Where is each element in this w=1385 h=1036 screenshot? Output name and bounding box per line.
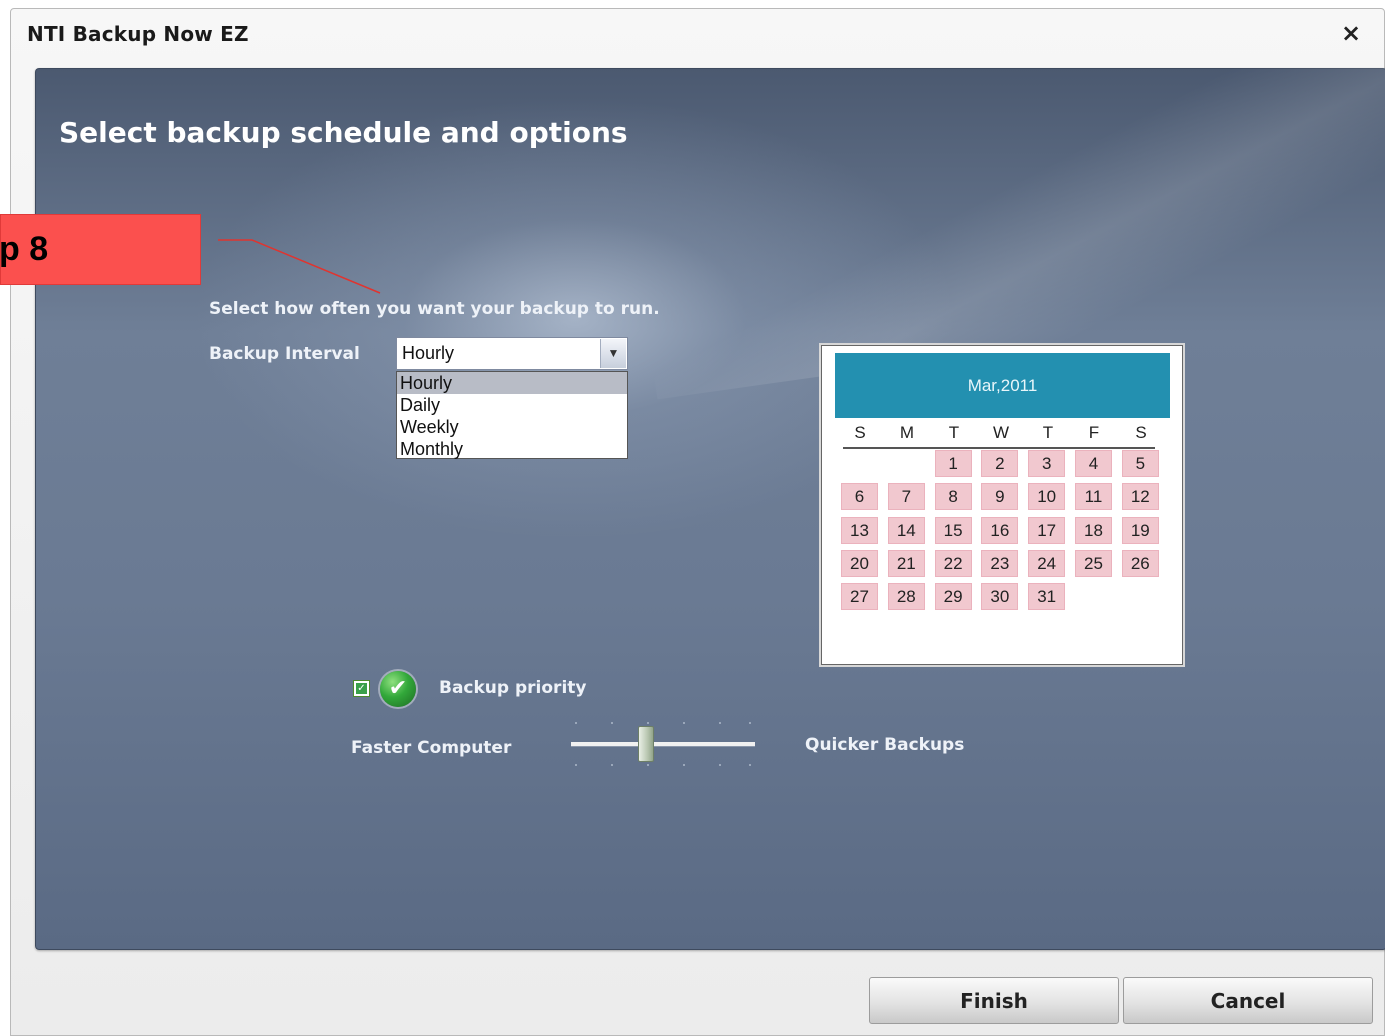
calendar-day[interactable]: 10 [1028,483,1066,511]
calendar-day[interactable]: 5 [1121,450,1159,477]
calendar-day[interactable]: 28 [887,583,925,611]
interval-option-monthly[interactable]: Monthly [397,438,627,460]
window-title: NTI Backup Now EZ [27,22,249,46]
calendar-day[interactable]: 26 [1121,549,1159,577]
interval-prompt: Select how often you want your backup to… [209,299,660,319]
calendar-day[interactable]: 30 [981,583,1019,611]
calendar-day[interactable]: 9 [981,483,1019,511]
checkbox-check-icon: ✓ [356,683,367,694]
calendar-weekday: T [1042,423,1054,442]
backup-priority-checkbox[interactable]: ✓ [353,680,370,697]
slider-tick [719,722,721,724]
slider-tick [611,722,613,724]
slider-tick [749,764,751,766]
slider-tick [683,722,685,724]
calendar-day[interactable]: 15 [934,516,972,544]
slider-tick [647,722,649,724]
calendar-weekday: S [854,423,866,442]
backup-wizard-window: NTI Backup Now EZ × Select backup schedu… [10,8,1385,1036]
calendar-day[interactable]: 24 [1028,549,1066,577]
calendar-day[interactable]: 4 [1075,450,1112,477]
finish-button[interactable]: Finish [869,977,1119,1024]
backup-priority-slider[interactable] [571,718,755,770]
cancel-button[interactable]: Cancel [1123,977,1373,1024]
calendar-day[interactable]: 14 [887,516,925,544]
page-title: Select backup schedule and options [59,116,628,149]
slider-tick [683,764,685,766]
calendar-day[interactable]: 3 [1028,450,1066,477]
calendar-day[interactable]: 11 [1075,483,1112,511]
calendar-day[interactable]: 17 [1028,516,1066,544]
close-icon[interactable]: × [1336,18,1366,48]
calendar-day[interactable]: 27 [841,583,878,611]
calendar-day[interactable]: 19 [1121,516,1159,544]
slider-tick [647,764,649,766]
calendar-day[interactable]: 22 [934,549,972,577]
calendar-day[interactable]: 12 [1121,483,1159,511]
step-callout-text: p 8 [0,230,49,268]
calendar-day[interactable]: 20 [841,549,878,577]
slider-tick [749,722,751,724]
calendar-weekday: T [948,423,960,442]
slider-tick [719,764,721,766]
slider-tick [575,722,577,724]
interval-option-daily[interactable]: Daily [397,394,627,416]
backup-interval-label: Backup Interval [209,344,360,364]
slider-thumb[interactable] [638,726,655,762]
chevron-down-icon[interactable]: ▼ [600,339,626,368]
backup-priority-label: Backup priority [439,678,587,698]
calendar-weekday: S [1135,423,1147,442]
slider-tick [575,764,577,766]
calendar-weekday: M [899,423,915,442]
green-check-icon: ✔ [380,671,416,707]
backup-interval-select[interactable]: Hourly ▼ [396,337,628,370]
slider-track [571,742,755,746]
backup-interval-dropdown: Hourly Daily Weekly Monthly [396,371,628,459]
faster-computer-label: Faster Computer [351,738,512,758]
quicker-backups-label: Quicker Backups [805,735,965,755]
calendar-weekday-row: SMTWTFS [843,421,1155,449]
calendar-day[interactable]: 31 [1028,583,1066,611]
interval-option-hourly[interactable]: Hourly [397,372,627,394]
calendar-day[interactable]: 7 [887,483,925,511]
interval-option-weekly[interactable]: Weekly [397,416,627,438]
calendar-day[interactable]: 25 [1075,549,1112,577]
calendar-day[interactable]: 2 [981,450,1019,477]
slider-tick [611,764,613,766]
calendar-day[interactable]: 21 [887,549,925,577]
calendar-day[interactable]: 23 [981,549,1019,577]
calendar-weekday: F [1088,423,1100,442]
step-callout: p 8 [0,214,201,285]
calendar-day[interactable]: 16 [981,516,1019,544]
calendar-day[interactable]: 8 [934,483,972,511]
schedule-calendar: Mar,2011 SMTWTFS 1 2 3 4 5 6 7 8 9 10 11 12 13 14 15 16… [819,343,1185,667]
backup-interval-value: Hourly [402,343,455,363]
calendar-weekday: W [992,423,1010,442]
options-panel: Select backup schedule and options Selec… [35,68,1385,950]
calendar-day[interactable]: 29 [934,583,972,611]
calendar-day[interactable]: 1 [934,450,972,477]
calendar-day[interactable]: 6 [841,483,878,511]
calendar-day[interactable]: 18 [1075,516,1112,544]
calendar-day[interactable]: 13 [841,516,878,544]
calendar-month-label: Mar,2011 [835,353,1170,418]
